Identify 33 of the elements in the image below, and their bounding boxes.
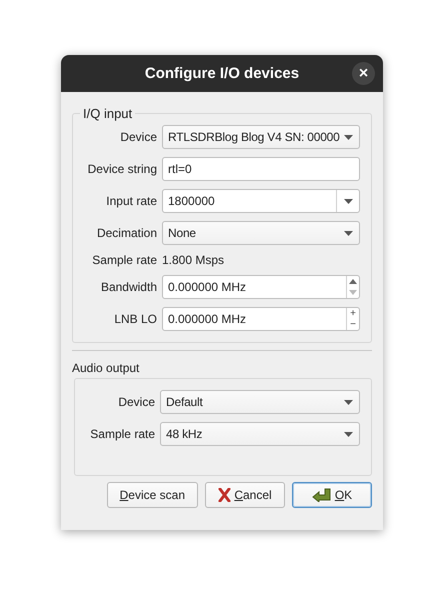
field-label: Device string bbox=[86, 162, 157, 176]
editable-dropdown[interactable]: 1800000 bbox=[162, 189, 360, 213]
return-arrow-icon bbox=[312, 488, 332, 502]
field-label: Device bbox=[117, 395, 155, 409]
field-label: Decimation bbox=[96, 226, 157, 240]
close-button[interactable]: × bbox=[352, 62, 375, 85]
dropdown-arrow-icon bbox=[344, 432, 353, 436]
field-label: Bandwidth bbox=[100, 280, 157, 294]
spin-box[interactable]: 0.000000 MHz + − bbox=[162, 307, 360, 331]
up-arrow-icon[interactable] bbox=[349, 279, 357, 284]
dialog-button[interactable]: OK bbox=[292, 482, 372, 508]
value-text: 1.800 Msps bbox=[162, 253, 226, 267]
dropdown-arrow-icon bbox=[344, 230, 353, 236]
dropdown[interactable]: Default bbox=[160, 390, 360, 414]
dialog-button[interactable]: Cancel bbox=[205, 482, 285, 508]
field-label: Input rate bbox=[105, 194, 157, 208]
field-label: Sample rate bbox=[91, 253, 157, 267]
dropdown-arrow-icon bbox=[344, 134, 353, 140]
dropdown[interactable]: None bbox=[162, 221, 360, 245]
field-label: LNB LO bbox=[113, 312, 157, 326]
field-label: Device bbox=[119, 130, 157, 144]
group-title: Audio output bbox=[72, 361, 140, 375]
dropdown-arrow-icon bbox=[344, 400, 353, 404]
group-title: I/Q input bbox=[82, 106, 134, 121]
field-label: Sample rate bbox=[89, 427, 155, 441]
dropdown[interactable]: RTLSDRBlog Blog V4 SN: 00000 bbox=[162, 125, 360, 149]
dropdown[interactable]: 48 kHz bbox=[160, 422, 360, 446]
dialog-button[interactable]: Device scan bbox=[106, 482, 198, 508]
dropdown-arrow-icon bbox=[344, 198, 352, 204]
cross-icon bbox=[218, 488, 232, 502]
window-title: Configure I/O devices bbox=[144, 65, 300, 82]
spin-box[interactable]: 0.000000 MHz bbox=[162, 275, 360, 299]
text-field[interactable]: rtl=0 bbox=[162, 157, 360, 181]
